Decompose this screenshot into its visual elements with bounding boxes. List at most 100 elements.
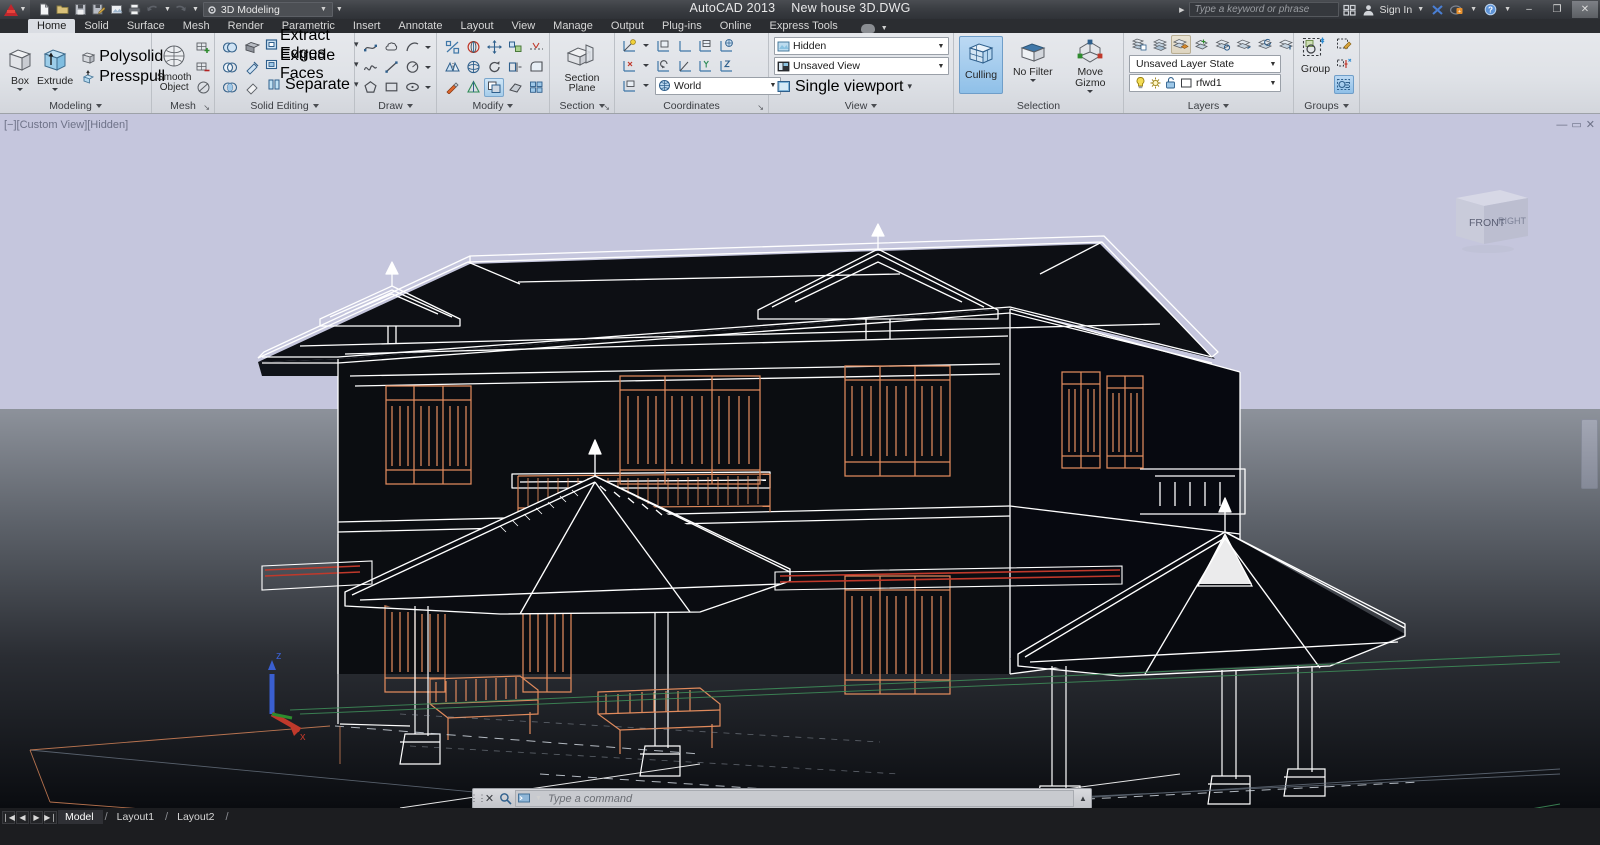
tab-surface[interactable]: Surface — [118, 19, 174, 33]
named-view-combo[interactable]: Unsaved View ▼ — [774, 57, 949, 75]
layer-isolate-icon[interactable] — [1150, 35, 1170, 54]
tab-manage[interactable]: Manage — [544, 19, 602, 33]
stretch-icon[interactable] — [505, 78, 525, 97]
tab-online[interactable]: Online — [711, 19, 761, 33]
command-line[interactable]: ⋮⋮ ✕ ▼ Type a command ▲ — [470, 788, 1092, 809]
tab-last-button[interactable]: ▶❘ — [44, 810, 57, 824]
maximize-button[interactable]: ❐ — [1544, 1, 1570, 18]
save-icon[interactable] — [72, 1, 89, 18]
copy-icon[interactable] — [484, 77, 504, 97]
viewport-restore-icon[interactable]: ▭ — [1571, 118, 1581, 131]
redo-dropdown-icon[interactable]: ▼ — [192, 6, 199, 13]
tab-mesh[interactable]: Mesh — [174, 19, 219, 33]
arc-icon[interactable] — [402, 38, 422, 57]
ucs-object-icon[interactable] — [696, 36, 716, 55]
cloud-icon[interactable] — [860, 24, 875, 33]
ucs-icon[interactable] — [620, 36, 640, 55]
ucs-previous-icon[interactable] — [654, 56, 674, 75]
drawing-viewport[interactable]: x z [−][Custom View][Hidden] — ▭ ✕ FRONT… — [0, 114, 1600, 808]
qat-customize-chevron-icon[interactable]: ▼ — [336, 6, 343, 13]
search-box[interactable]: Type a keyword or phrase — [1189, 2, 1340, 17]
sheet-tab-layout2[interactable]: Layout2 — [170, 810, 223, 824]
infocenter-expand-icon[interactable]: ▶ — [1179, 6, 1184, 14]
ucs-axis-dropdown-icon[interactable] — [643, 64, 649, 67]
move-gizmo-button[interactable]: Move Gizmo — [1063, 36, 1118, 93]
no-filter-button[interactable]: No Filter — [1005, 36, 1060, 82]
layer-make-current-icon[interactable] — [1276, 35, 1296, 54]
navigation-bar[interactable] — [1581, 419, 1598, 489]
culling-button[interactable]: Culling — [959, 36, 1004, 94]
panel-expand-icon[interactable] — [95, 104, 102, 108]
polyline-icon[interactable] — [360, 38, 380, 57]
tab-insert[interactable]: Insert — [344, 19, 390, 33]
visual-style-chevron-icon[interactable]: ▼ — [934, 43, 948, 50]
ucs-3point-icon[interactable] — [675, 56, 695, 75]
rectangle-icon[interactable] — [381, 78, 401, 97]
tab-express-tools[interactable]: Express Tools — [761, 19, 847, 33]
layout-tab-strip[interactable]: ❘◀ ◀ ▶ ▶❘ Model / Layout1 / Layout2 / — [0, 808, 1600, 824]
section-plane-button[interactable]: Section Plane — [555, 40, 609, 94]
ellipse-icon[interactable] — [402, 78, 422, 97]
layer-combo[interactable]: rfwd1 ▼ — [1129, 74, 1281, 92]
layer-state-combo[interactable]: Unsaved Layer State ▼ — [1129, 55, 1281, 73]
separate-label[interactable]: Separate — [285, 76, 350, 94]
user-icon[interactable] — [1360, 1, 1377, 18]
house-3d-model[interactable]: x z — [0, 114, 1600, 808]
array-icon[interactable] — [526, 78, 546, 97]
panel-mesh-dialog-launcher[interactable]: ↘ — [203, 103, 210, 112]
3darray-icon[interactable] — [463, 58, 483, 77]
subtract-icon[interactable] — [220, 58, 240, 77]
ucs-face-icon[interactable] — [654, 36, 674, 55]
remove-crease-icon[interactable] — [193, 58, 213, 77]
exchange-icon[interactable] — [1429, 1, 1446, 18]
offset-icon[interactable] — [505, 58, 525, 77]
extrude-button[interactable]: Extrude — [37, 43, 73, 91]
new-icon[interactable] — [36, 1, 53, 18]
refine-mesh-icon[interactable] — [193, 78, 213, 97]
tab-annotate[interactable]: Annotate — [389, 19, 451, 33]
plot-icon[interactable] — [126, 1, 143, 18]
revcloud-icon[interactable] — [381, 38, 401, 57]
trim-icon[interactable] — [526, 38, 546, 57]
no-filter-dropdown-icon[interactable] — [1029, 79, 1036, 82]
group-button[interactable]: Group — [1299, 35, 1332, 75]
command-line-close-icon[interactable]: ✕ — [482, 790, 497, 807]
status-bar[interactable] — [0, 824, 1600, 842]
viewport-config-dropdown-icon[interactable]: ▾ — [908, 81, 913, 92]
workspace-switcher[interactable]: 3D Modeling ▼ — [202, 2, 333, 17]
move-gizmo-dropdown-icon[interactable] — [1087, 90, 1094, 93]
viewport-config-label[interactable]: Single viewport — [795, 78, 904, 96]
viewport-config-row[interactable]: Single viewport ▾ — [774, 77, 912, 96]
quick-access-toolbar[interactable]: ▼ ▼ — [36, 1, 199, 18]
tab-render[interactable]: Render — [219, 19, 273, 33]
sheet-tab-model[interactable]: Model — [58, 810, 103, 824]
plot-preview-icon[interactable] — [108, 1, 125, 18]
viewport-minimize-icon[interactable]: — — [1556, 119, 1567, 131]
ucs-named-icon[interactable] — [620, 76, 640, 95]
extract-edges-icon[interactable] — [264, 35, 279, 54]
ucs-z-icon[interactable] — [717, 56, 737, 75]
separate-icon[interactable] — [264, 75, 284, 94]
panel-expand-icon[interactable] — [1223, 104, 1230, 108]
gradient-icon[interactable] — [442, 78, 462, 97]
add-crease-icon[interactable] — [193, 38, 213, 57]
layer-off-icon[interactable] — [1213, 35, 1233, 54]
layer-freeze-icon[interactable] — [1192, 35, 1212, 54]
panel-modeling-title[interactable]: Modeling — [3, 99, 148, 113]
undo-dropdown-icon[interactable]: ▼ — [164, 6, 171, 13]
tab-output[interactable]: Output — [602, 19, 653, 33]
workspace-chevron-down-icon[interactable]: ▼ — [320, 6, 327, 13]
redo-icon[interactable] — [172, 1, 189, 18]
coordinate-system-combo[interactable]: World ▼ — [655, 76, 781, 95]
search-input[interactable]: Type a keyword or phrase — [1190, 4, 1309, 15]
command-placeholder[interactable]: Type a command — [548, 793, 632, 805]
infocenter-icon[interactable] — [1341, 1, 1358, 18]
sign-in-chevron-icon[interactable]: ▼ — [1417, 6, 1424, 13]
viewport-window-controls[interactable]: — ▭ ✕ — [1556, 118, 1595, 132]
intersect-icon[interactable] — [220, 78, 240, 97]
3dmirror-icon[interactable] — [442, 58, 462, 77]
ucs-x-icon[interactable] — [620, 56, 640, 75]
tab-next-button[interactable]: ▶ — [30, 810, 43, 824]
group-selection-toggle-icon[interactable] — [1334, 75, 1354, 94]
rotate-icon[interactable] — [484, 58, 504, 77]
